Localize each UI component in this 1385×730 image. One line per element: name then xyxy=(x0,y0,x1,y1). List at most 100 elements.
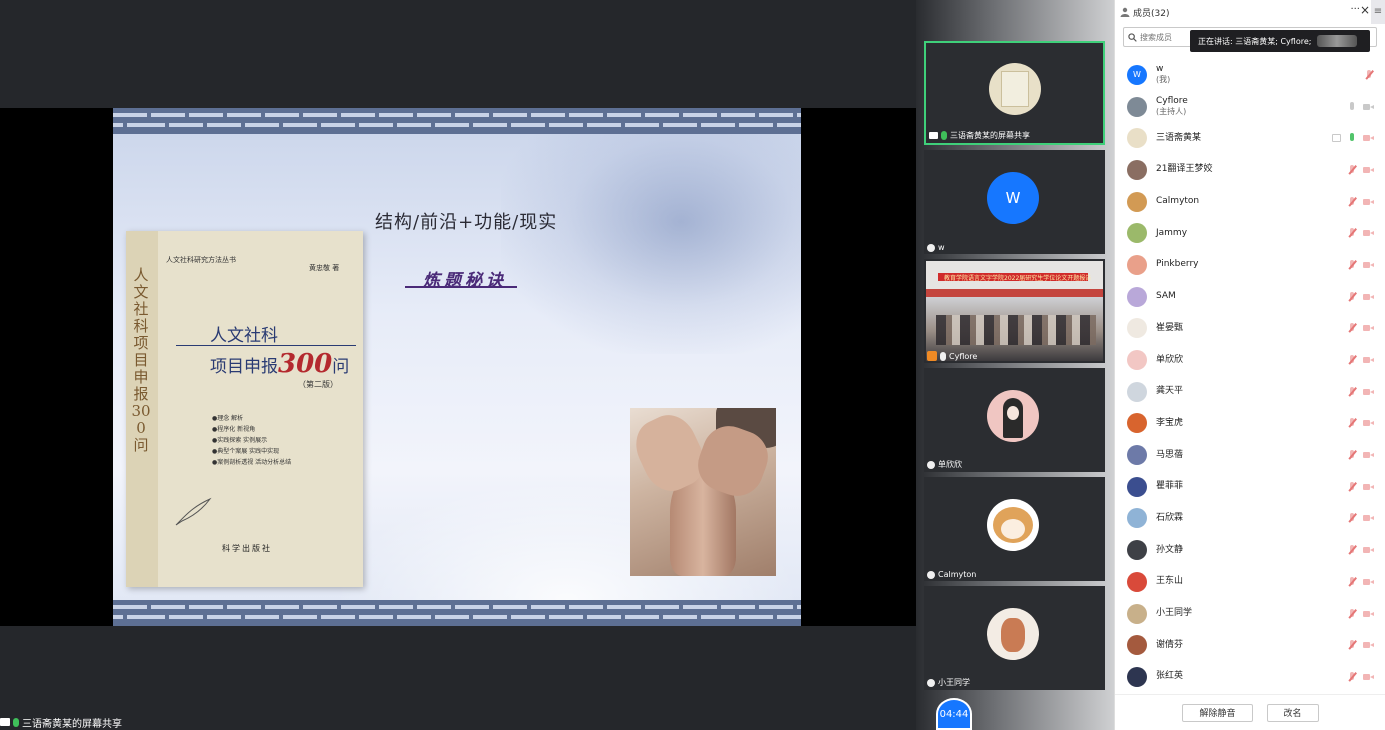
camera-off-icon[interactable] xyxy=(1363,578,1374,586)
host-icon xyxy=(927,351,937,361)
member-row[interactable]: 瞿菲菲 xyxy=(1115,471,1385,503)
member-row[interactable]: Calmyton xyxy=(1115,186,1385,218)
mic-off-icon[interactable] xyxy=(1347,545,1357,555)
book-title-line1: 人文社科 xyxy=(210,326,278,346)
member-row[interactable]: 小王同学 xyxy=(1115,598,1385,630)
camera-off-icon[interactable] xyxy=(1363,419,1374,427)
mic-off-icon[interactable] xyxy=(1347,450,1357,460)
mic-off-icon[interactable] xyxy=(1347,386,1357,397)
member-row[interactable]: 孙文静 xyxy=(1115,534,1385,566)
member-name-group: 单欣欣 xyxy=(1156,355,1183,366)
mic-off-icon[interactable] xyxy=(1347,640,1357,650)
more-options-button[interactable]: ··· xyxy=(1350,4,1360,15)
camera-off-icon[interactable] xyxy=(1363,293,1374,301)
member-name: 王东山 xyxy=(1156,576,1184,587)
mic-off-icon[interactable] xyxy=(1347,323,1357,333)
mic-off-icon[interactable] xyxy=(1347,513,1357,523)
mic-off-icon[interactable] xyxy=(1364,69,1374,80)
tile-name: Calmyton xyxy=(938,570,977,579)
member-name: 瞿菲菲 xyxy=(1156,481,1184,492)
book-title-suffix: 问 xyxy=(332,357,350,377)
member-name-group: 小王同学 xyxy=(1156,608,1192,619)
unmute-all-button[interactable]: 解除静音 xyxy=(1182,703,1253,722)
member-row[interactable]: Jammy xyxy=(1115,217,1385,249)
member-name: 崔晏甄 xyxy=(1156,322,1184,333)
video-tile-calmyton[interactable]: Calmyton xyxy=(924,477,1105,581)
book-bullet: ●典型个案展 实践中实现 xyxy=(212,448,280,455)
video-gallery: 三语斋黄某的屏幕共享 W w 教育学院语言文字学院2022届研究生学位论文开题报… xyxy=(916,0,1114,730)
member-row[interactable]: Cyflore (主持人) xyxy=(1115,91,1385,123)
mic-off-icon[interactable] xyxy=(1347,608,1357,619)
member-row[interactable]: Pinkberry xyxy=(1115,249,1385,281)
member-row[interactable]: 单欣欣 xyxy=(1115,344,1385,376)
member-name: SAM xyxy=(1156,291,1176,302)
camera-off-icon[interactable] xyxy=(1363,673,1374,681)
mic-icon[interactable] xyxy=(1347,101,1357,112)
mic-off-icon[interactable] xyxy=(1347,418,1357,428)
member-row[interactable]: 谢倩芬 xyxy=(1115,629,1385,661)
member-row[interactable]: 王东山 xyxy=(1115,566,1385,598)
mic-icon[interactable] xyxy=(1347,133,1357,143)
member-status-icons xyxy=(1347,196,1374,207)
camera-off-icon[interactable] xyxy=(1363,324,1374,332)
tile-label: 小王同学 xyxy=(927,677,970,688)
video-tile-xiaowang[interactable]: 小王同学 xyxy=(924,586,1105,690)
mic-off-icon[interactable] xyxy=(1347,355,1357,365)
mic-off-icon[interactable] xyxy=(1347,481,1357,492)
camera-off-icon[interactable] xyxy=(1363,514,1374,522)
camera-off-icon[interactable] xyxy=(1363,610,1374,618)
member-status-icons xyxy=(1347,101,1374,112)
tile-name: 单欣欣 xyxy=(938,460,962,469)
rename-button[interactable]: 改名 xyxy=(1266,703,1319,722)
member-name: Pinkberry xyxy=(1156,259,1199,270)
mic-off-icon[interactable] xyxy=(1347,228,1357,238)
video-tile-screen-share[interactable]: 三语斋黄某的屏幕共享 xyxy=(924,41,1105,145)
mic-off-icon xyxy=(927,243,935,252)
camera-off-icon[interactable] xyxy=(1363,483,1374,491)
member-row[interactable]: 石欣霖 xyxy=(1115,503,1385,535)
book-cover: 人文社科项目申报300问 人文社科研究方法丛书 黄忠敬 著 人文社科 项目申报3… xyxy=(126,231,363,587)
member-row[interactable]: 李宝虎 xyxy=(1115,408,1385,440)
screen-share-icon[interactable] xyxy=(1332,134,1341,143)
mic-off-icon[interactable] xyxy=(1347,164,1357,175)
video-tile-w[interactable]: W w xyxy=(924,150,1105,254)
mic-off-icon[interactable] xyxy=(1347,576,1357,587)
member-row[interactable]: 崔晏甄 xyxy=(1115,313,1385,345)
member-row[interactable]: 三语斋黄某 xyxy=(1115,122,1385,154)
video-tile-cyflore[interactable]: 教育学院语言文字学院2022届研究生学位论文开题报告 Cyflore xyxy=(924,259,1105,363)
mic-off-icon[interactable] xyxy=(1347,196,1357,207)
member-row[interactable]: 张红英 xyxy=(1115,661,1385,693)
member-row[interactable]: SAM xyxy=(1115,281,1385,313)
panel-menu-button[interactable]: ≡ xyxy=(1371,0,1385,24)
member-avatar xyxy=(1127,223,1147,244)
member-avatar xyxy=(1127,286,1147,307)
camera-off-icon[interactable] xyxy=(1363,229,1374,237)
member-row[interactable]: 龚天平 xyxy=(1115,376,1385,408)
member-row[interactable]: Ww (我) xyxy=(1115,59,1385,91)
camera-off-icon[interactable] xyxy=(1363,134,1374,142)
member-row[interactable]: 21翻译王梦姣 xyxy=(1115,154,1385,186)
shared-screen-area: 结构/前沿+功能/现实 炼题秘诀 人文社科项目申报300问 人文社科研究方法丛书… xyxy=(0,0,916,730)
camera-off-icon[interactable] xyxy=(1363,641,1374,649)
mic-off-icon[interactable] xyxy=(1347,671,1357,682)
book-author: 黄忠敬 著 xyxy=(309,264,340,272)
camera-off-icon[interactable] xyxy=(1363,166,1374,174)
mic-off-icon[interactable] xyxy=(1347,259,1357,270)
member-status-icons xyxy=(1332,133,1374,143)
camera-off-icon[interactable] xyxy=(1363,546,1374,554)
member-name: 单欣欣 xyxy=(1156,354,1184,365)
camera-off-icon[interactable] xyxy=(1363,388,1374,396)
avatar xyxy=(987,608,1039,660)
camera-off-icon[interactable] xyxy=(1363,451,1374,459)
camera-off-icon[interactable] xyxy=(1363,198,1374,206)
camera-off-icon[interactable] xyxy=(1363,356,1374,364)
mic-off-icon[interactable] xyxy=(1347,291,1357,302)
mic-off-icon xyxy=(927,570,935,579)
camera-icon[interactable] xyxy=(1363,103,1374,111)
book-series: 人文社科研究方法丛书 xyxy=(166,256,236,264)
close-button[interactable]: × xyxy=(1360,3,1370,17)
member-avatar xyxy=(1127,540,1147,561)
camera-off-icon[interactable] xyxy=(1363,261,1374,269)
member-row[interactable]: 马思蓓 xyxy=(1115,439,1385,471)
video-tile-shan-xinxin[interactable]: 单欣欣 xyxy=(924,368,1105,472)
